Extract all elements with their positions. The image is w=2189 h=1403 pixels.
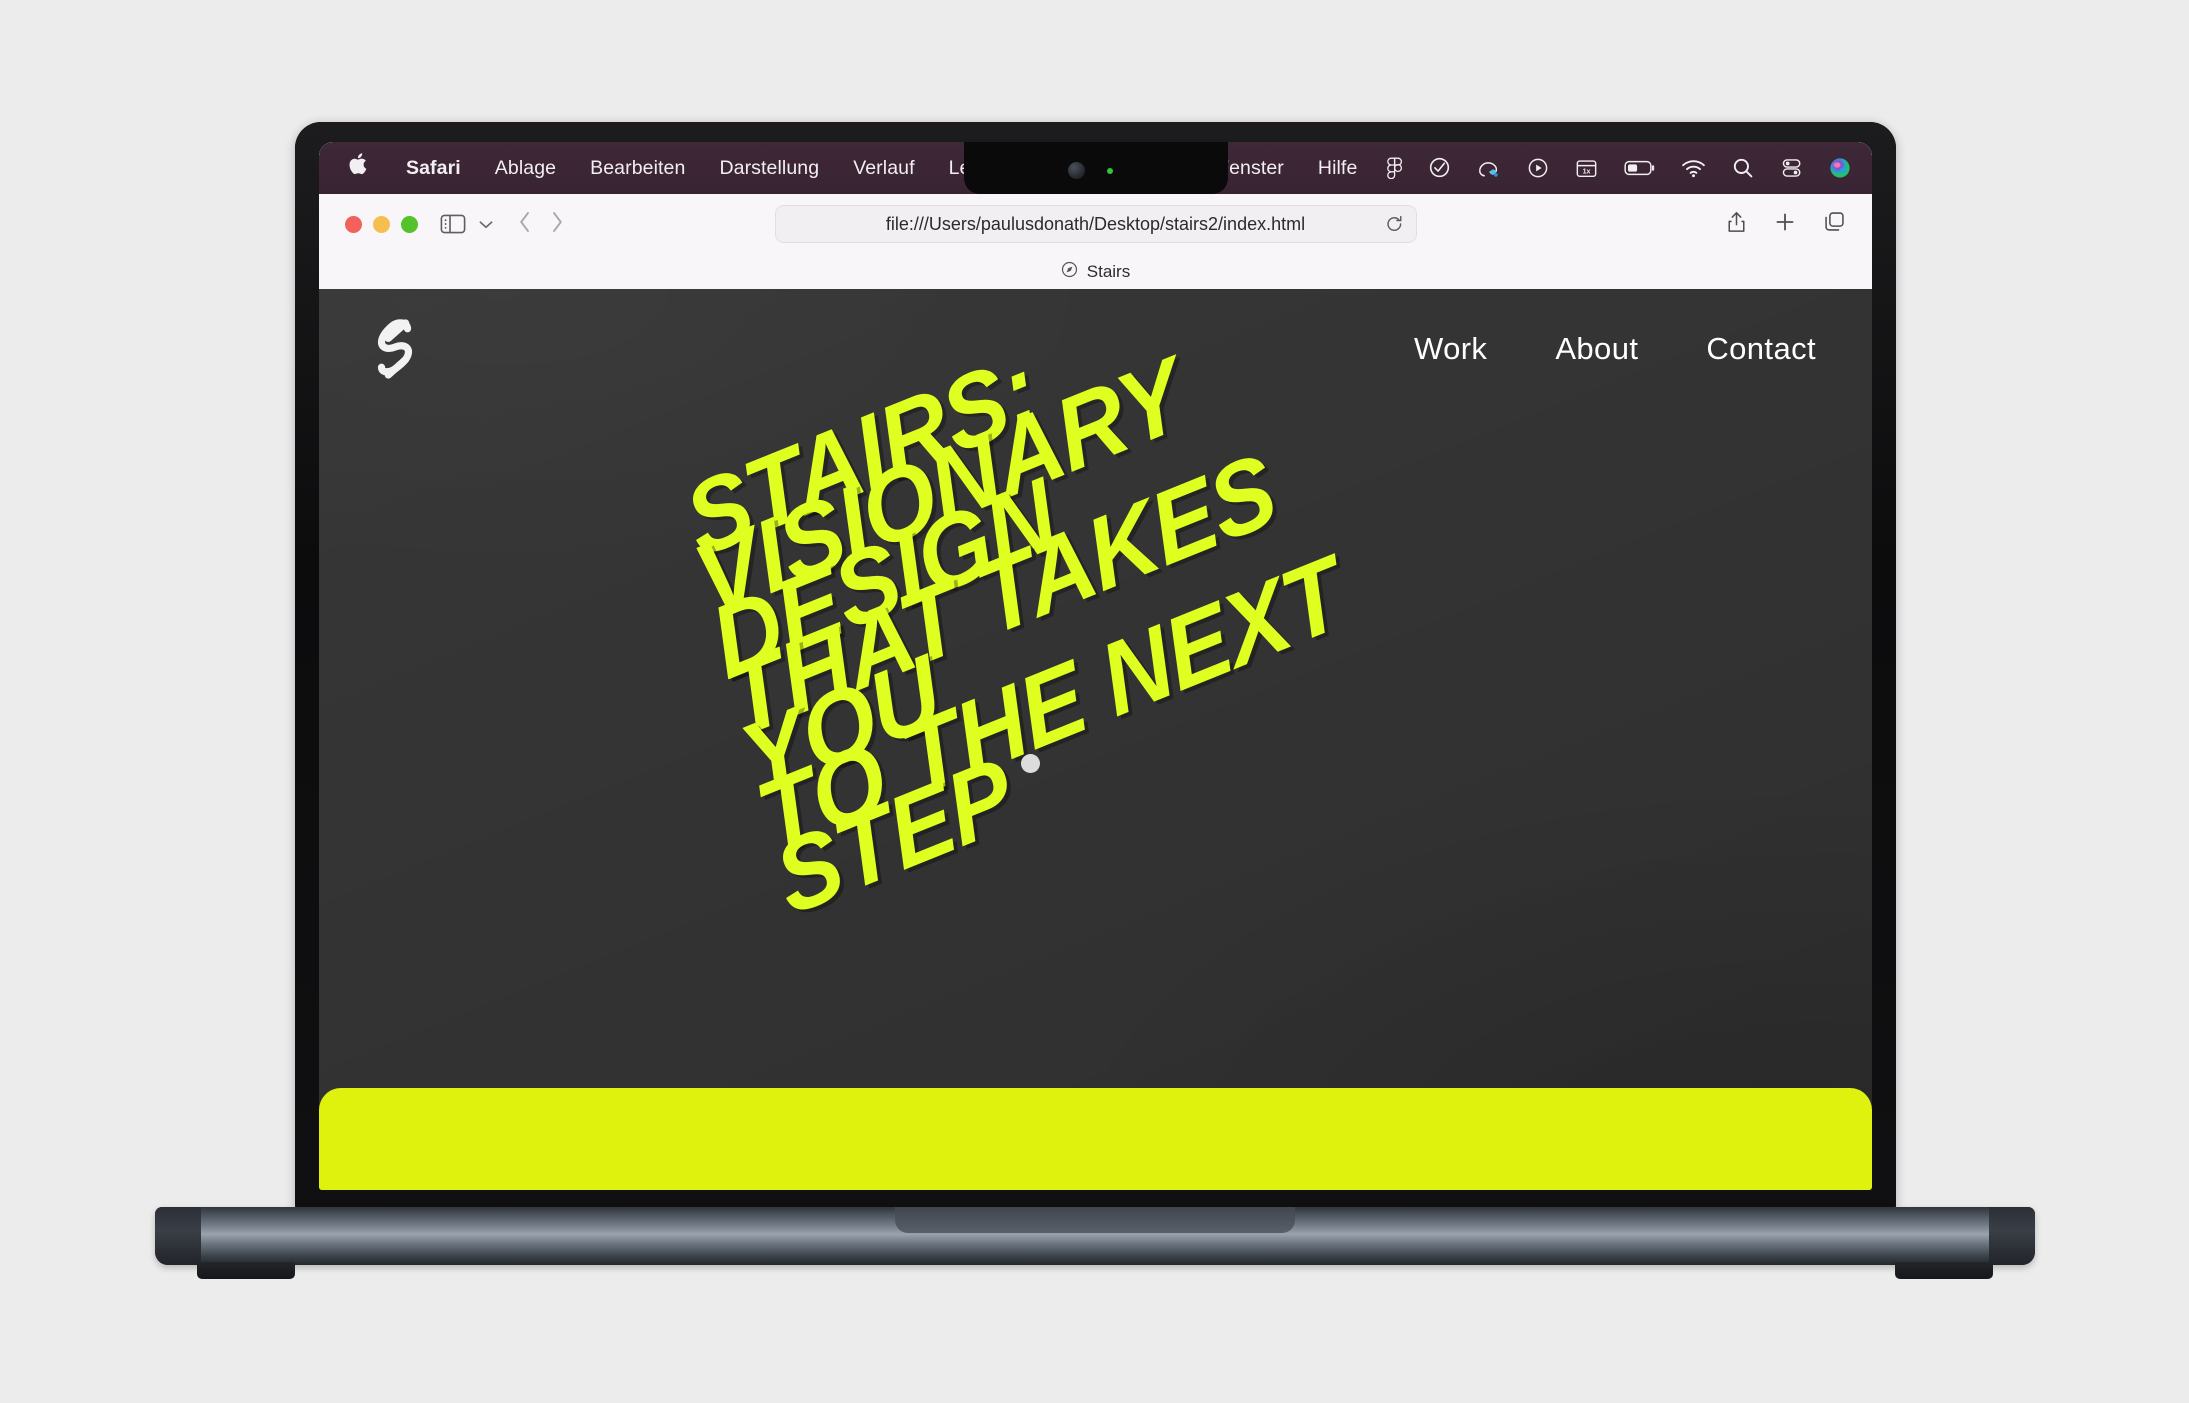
laptop-base xyxy=(155,1207,2035,1279)
menu-bar-clock[interactable]: Mi. 18. Sept. 15:40 xyxy=(1864,157,1872,180)
reload-icon[interactable] xyxy=(1385,215,1404,234)
url-address-bar[interactable]: file:///Users/paulusdonath/Desktop/stair… xyxy=(774,205,1417,243)
site-header: Work About Contact xyxy=(319,289,1872,409)
safari-toolbar-right xyxy=(1726,210,1846,239)
nav-link-contact[interactable]: Contact xyxy=(1706,331,1816,367)
window-traffic-lights xyxy=(345,215,418,233)
custom-cursor-dot xyxy=(1021,754,1040,773)
camera-indicator-led xyxy=(1106,168,1113,174)
base-foot-right xyxy=(1895,1262,1993,1279)
forward-chevron-icon[interactable] xyxy=(550,210,564,239)
menu-item-darstellung[interactable]: Darstellung xyxy=(702,142,836,194)
figma-icon[interactable] xyxy=(1374,142,1415,194)
hero-headline: STAIRS: VISIONARY DESIGN THAT TAKES YOU … xyxy=(319,289,1872,1190)
battery-icon[interactable] xyxy=(1611,142,1668,194)
siri-icon[interactable] xyxy=(1816,142,1864,194)
compass-favicon xyxy=(1061,261,1078,283)
menu-item-bearbeiten[interactable]: Bearbeiten xyxy=(573,142,702,194)
back-chevron-icon[interactable] xyxy=(518,210,532,239)
things-checkmark-icon[interactable] xyxy=(1415,142,1464,194)
menu-item-safari[interactable]: Safari xyxy=(389,142,478,194)
website-viewport: Work About Contact STAIRS: VISIONARY DES… xyxy=(319,289,1872,1190)
menu-bar-status-group: Fenster Hilfe 1x xyxy=(1200,142,1872,194)
plus-icon[interactable] xyxy=(1774,211,1796,238)
screenshot-stage: Safari Ablage Bearbeiten Darstellung Ver… xyxy=(0,0,2189,1403)
nav-link-work[interactable]: Work xyxy=(1414,331,1487,367)
url-text: file:///Users/paulusdonath/Desktop/stair… xyxy=(885,213,1306,234)
sidebar-toggle-icon[interactable] xyxy=(440,213,466,235)
base-foot-left xyxy=(197,1262,295,1279)
base-opening-groove xyxy=(895,1207,1295,1233)
safari-toolbar-row: file:///Users/paulusdonath/Desktop/stair… xyxy=(319,194,1872,254)
window-1x-icon[interactable]: 1x xyxy=(1562,142,1611,194)
base-right-cap xyxy=(1989,1207,2035,1265)
tab-overview-icon[interactable] xyxy=(1823,210,1846,238)
control-center-icon[interactable] xyxy=(1767,142,1816,194)
apple-logo-icon[interactable] xyxy=(341,142,389,194)
tab-title[interactable]: Stairs xyxy=(1087,262,1130,282)
safari-toolbar: file:///Users/paulusdonath/Desktop/stair… xyxy=(319,194,1872,289)
laptop-lid: Safari Ablage Bearbeiten Darstellung Ver… xyxy=(295,122,1896,1211)
safari-tab-bar: Stairs xyxy=(319,254,1872,289)
yellow-section-panel xyxy=(319,1088,1872,1190)
svg-text:1x: 1x xyxy=(1583,168,1591,175)
menu-item-hilfe[interactable]: Hilfe xyxy=(1301,142,1375,194)
stairs-brand-logo[interactable] xyxy=(369,317,421,381)
chevron-down-icon[interactable] xyxy=(470,219,502,230)
laptop-screen: Safari Ablage Bearbeiten Darstellung Ver… xyxy=(319,142,1872,1190)
zoom-button[interactable] xyxy=(401,215,418,233)
display-notch xyxy=(963,142,1228,194)
spotlight-search-icon[interactable] xyxy=(1719,142,1767,194)
wifi-icon[interactable] xyxy=(1668,142,1719,194)
record-play-icon[interactable] xyxy=(1514,142,1562,194)
cleanshot-icon[interactable] xyxy=(1464,142,1514,194)
menu-item-verlauf[interactable]: Verlauf xyxy=(836,142,931,194)
share-icon[interactable] xyxy=(1726,210,1747,239)
navigation-arrows xyxy=(518,210,564,239)
base-left-cap xyxy=(155,1207,201,1265)
nav-link-about[interactable]: About xyxy=(1555,331,1638,367)
menu-item-ablage[interactable]: Ablage xyxy=(478,142,573,194)
webcam-icon xyxy=(1067,162,1085,179)
minimize-button[interactable] xyxy=(373,215,390,233)
close-button[interactable] xyxy=(345,215,362,233)
site-navigation: Work About Contact xyxy=(1414,331,1816,367)
